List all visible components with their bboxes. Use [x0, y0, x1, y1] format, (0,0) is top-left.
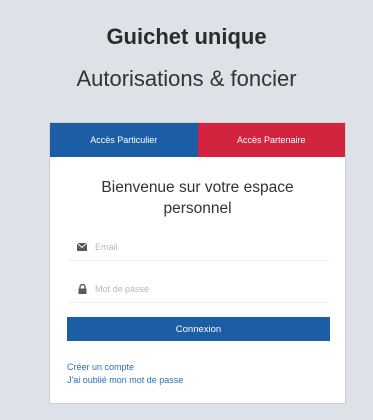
welcome-message: Bienvenue sur votre espace personnel: [101, 179, 294, 217]
password-field: [67, 275, 330, 303]
envelope-icon: [75, 242, 89, 251]
page-title: Guichet unique: [106, 24, 267, 49]
email-field: [67, 233, 330, 261]
connexion-button[interactable]: Connexion: [67, 317, 330, 341]
tab-partenaire[interactable]: Accès Partenaire: [197, 123, 345, 157]
lock-icon: [75, 283, 89, 294]
email-input[interactable]: [95, 241, 325, 252]
account-links: Créer un compte J'ai oublié mon mot de p…: [67, 361, 183, 387]
login-card: Accès Particulier Accès Partenaire Bienv…: [49, 122, 346, 404]
access-tabs: Accès Particulier Accès Partenaire: [50, 123, 345, 157]
password-input[interactable]: [95, 283, 325, 294]
tab-particulier[interactable]: Accès Particulier: [50, 123, 198, 157]
create-account-link[interactable]: Créer un compte: [67, 361, 183, 374]
page-subtitle: Autorisations & foncier: [76, 66, 297, 91]
forgot-password-link[interactable]: J'ai oublié mon mot de passe: [67, 374, 183, 387]
login-page: Guichet unique Autorisations & foncier A…: [0, 0, 373, 420]
